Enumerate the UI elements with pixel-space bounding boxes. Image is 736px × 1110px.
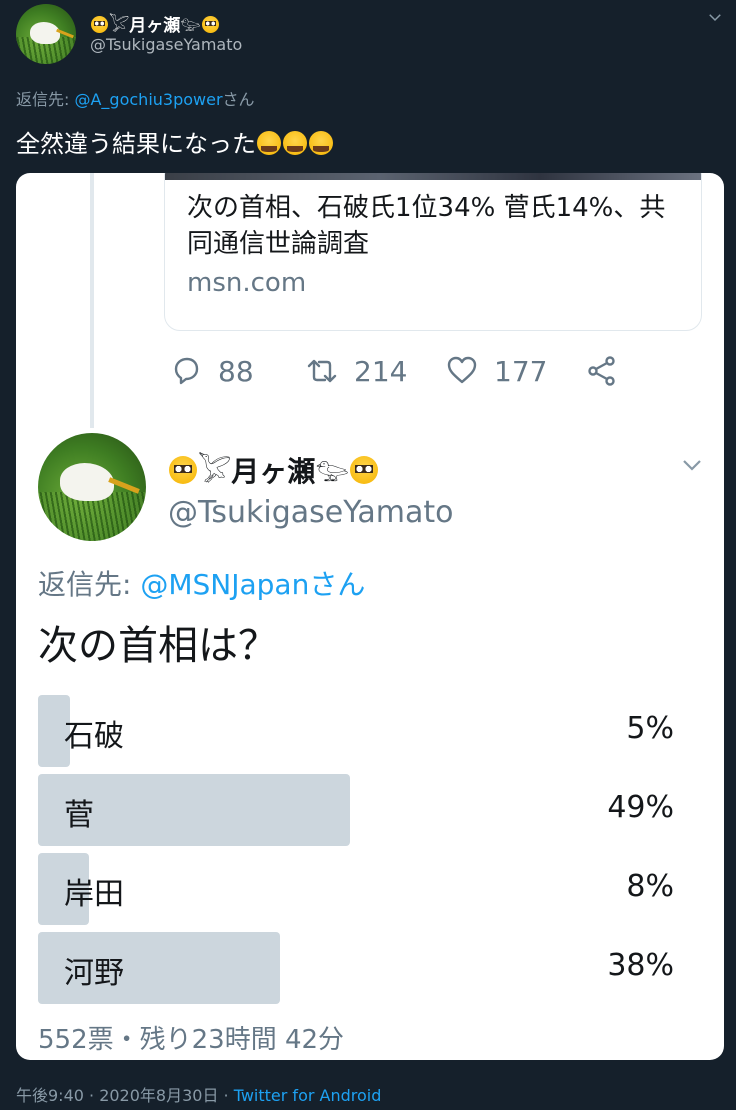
reply-suffix: さん bbox=[222, 90, 255, 109]
tweet-text-body: 全然違う結果になった bbox=[16, 130, 256, 158]
avatar[interactable] bbox=[16, 4, 76, 64]
poll-option[interactable]: 河野 38% bbox=[38, 932, 674, 1004]
display-name[interactable]: 𓅯月ヶ瀬𓅰 bbox=[168, 445, 379, 491]
pleading-face-emoji-icon bbox=[201, 16, 219, 34]
retweet-count: 214 bbox=[354, 354, 408, 388]
like-action[interactable]: 177 bbox=[446, 353, 547, 389]
loudly-crying-face-emoji-icon bbox=[257, 130, 281, 155]
reply-prefix: 返信先: bbox=[38, 568, 141, 601]
thread-connector-line bbox=[90, 173, 94, 428]
chevron-down-icon[interactable] bbox=[680, 453, 704, 477]
reply-mention-link[interactable]: @MSNJapanさん bbox=[140, 568, 365, 601]
bird-hieroglyph-icon: 𓅰 bbox=[180, 16, 201, 36]
reply-mention-link[interactable]: @A_gochiu3power bbox=[74, 90, 222, 109]
poll-option-label: 岸田 bbox=[64, 877, 124, 912]
embedded-image[interactable]: 次の首相、石破氏1位34% 菅氏14%、共同通信世論調査 msn.com 88 … bbox=[16, 173, 724, 1060]
reply-to-line: 返信先: @A_gochiu3powerさん bbox=[16, 86, 255, 110]
display-name-text: 月ヶ瀬 bbox=[129, 16, 181, 36]
bird-hieroglyph-icon: 𓅯 bbox=[198, 455, 232, 488]
poll-option-label: 河野 bbox=[64, 956, 124, 991]
poll-question: 次の首相は？ bbox=[38, 623, 278, 669]
link-title: 次の首相、石破氏1位34% 菅氏14%、共同通信世論調査 bbox=[187, 193, 666, 259]
bird-hieroglyph-icon: 𓅯 bbox=[109, 16, 130, 36]
share-action[interactable] bbox=[586, 353, 634, 389]
pleading-face-emoji-icon bbox=[91, 16, 108, 34]
poll-option[interactable]: 石破 5% bbox=[38, 695, 674, 767]
reply-icon bbox=[174, 357, 199, 385]
display-name[interactable]: 𓅯月ヶ瀬𓅰 bbox=[90, 8, 220, 37]
poll-option-label: 石破 bbox=[64, 719, 124, 754]
poll-footer: 552票・残り23時間 42分 bbox=[38, 1025, 345, 1055]
pleading-face-emoji-icon bbox=[169, 456, 197, 485]
user-handle[interactable]: @TsukigaseYamato bbox=[90, 35, 242, 54]
tweet-text: 全然違う結果になった bbox=[16, 124, 334, 159]
chevron-down-icon[interactable] bbox=[706, 8, 724, 26]
bird-hieroglyph-icon: 𓅰 bbox=[315, 455, 349, 488]
poll-option-label: 菅 bbox=[64, 798, 94, 833]
retweet-action[interactable]: 214 bbox=[306, 353, 407, 389]
reply-count: 88 bbox=[218, 354, 254, 388]
reply-to-line: 返信先: @MSNJapanさん bbox=[38, 563, 365, 603]
link-domain: msn.com bbox=[187, 268, 307, 298]
poll-option-percent: 49% bbox=[607, 790, 674, 825]
link-preview-image bbox=[165, 173, 701, 180]
loudly-crying-face-emoji-icon bbox=[283, 130, 307, 155]
tweet-metadata: 午後9:40 · 2020年8月30日 · Twitter for Androi… bbox=[16, 1082, 381, 1106]
timestamp[interactable]: 午後9:40 · 2020年8月30日 · bbox=[16, 1086, 234, 1105]
link-preview-card[interactable]: 次の首相、石破氏1位34% 菅氏14%、共同通信世論調査 msn.com bbox=[164, 173, 702, 331]
poll-option[interactable]: 岸田 8% bbox=[38, 853, 674, 925]
share-icon bbox=[588, 356, 615, 386]
pleading-face-emoji-icon bbox=[350, 456, 378, 485]
poll-option[interactable]: 菅 49% bbox=[38, 774, 674, 846]
reply-prefix: 返信先: bbox=[16, 90, 75, 109]
retweet-icon bbox=[307, 359, 337, 383]
loudly-crying-face-emoji-icon bbox=[309, 130, 333, 155]
like-count: 177 bbox=[494, 354, 548, 388]
avatar[interactable] bbox=[38, 433, 146, 541]
poll-option-percent: 8% bbox=[626, 869, 674, 904]
user-handle[interactable]: @TsukigaseYamato bbox=[168, 495, 454, 530]
display-name-text: 月ヶ瀬 bbox=[231, 455, 316, 488]
poll-option-percent: 38% bbox=[607, 948, 674, 983]
source-link[interactable]: Twitter for Android bbox=[234, 1086, 382, 1105]
poll-option-percent: 5% bbox=[626, 711, 674, 746]
reply-action[interactable]: 88 bbox=[170, 353, 254, 389]
heart-icon bbox=[447, 356, 477, 384]
